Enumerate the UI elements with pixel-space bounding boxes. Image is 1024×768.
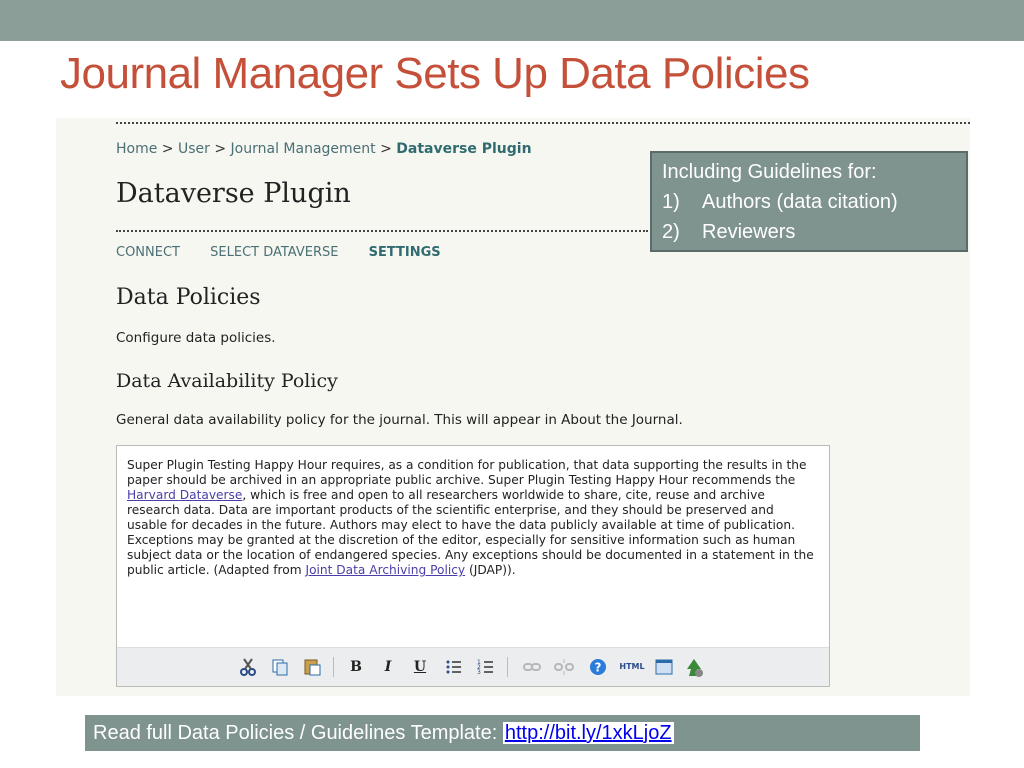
toolbar-separator <box>333 657 334 677</box>
tab-settings[interactable]: SETTINGS <box>369 245 441 260</box>
policy-editor[interactable]: Super Plugin Testing Happy Hour requires… <box>116 445 830 687</box>
breadcrumb-home[interactable]: Home <box>116 141 157 157</box>
jdap-link[interactable]: Joint Data Archiving Policy <box>305 563 465 577</box>
template-link[interactable]: http://bit.ly/1xkLjoZ <box>502 722 674 744</box>
plugin-tabs: CONNECT SELECT DATAVERSE SETTINGS <box>116 245 441 260</box>
callout-heading: Including Guidelines for: <box>662 161 877 183</box>
callout-item: 2) Reviewers <box>662 217 966 247</box>
bold-button[interactable]: B <box>345 657 367 677</box>
copy-icon[interactable] <box>269 657 291 677</box>
section-description: Configure data policies. <box>116 330 276 346</box>
policy-text[interactable]: Super Plugin Testing Happy Hour requires… <box>127 458 817 578</box>
callout-item: 1) Authors (data citation) <box>662 187 966 217</box>
harvard-dataverse-link[interactable]: Harvard Dataverse <box>127 488 242 502</box>
svg-text:?: ? <box>595 661 602 675</box>
policy-text-part: Super Plugin Testing Happy Hour requires… <box>127 458 807 487</box>
page-title: Dataverse Plugin <box>116 178 351 209</box>
dotted-divider-top <box>116 122 970 124</box>
breadcrumb-user[interactable]: User <box>178 141 210 157</box>
slide-title: Journal Manager Sets Up Data Policies <box>60 49 810 98</box>
insert-image-icon[interactable] <box>683 657 705 677</box>
subsection-heading: Data Availability Policy <box>116 370 338 392</box>
top-bar <box>0 0 1024 41</box>
breadcrumb-current[interactable]: Dataverse Plugin <box>396 141 531 157</box>
breadcrumb-separator: > <box>214 141 227 157</box>
policy-text-part: (JDAP)). <box>465 563 516 577</box>
unlink-icon[interactable] <box>553 657 575 677</box>
section-heading: Data Policies <box>116 285 261 310</box>
svg-text:3: 3 <box>477 669 481 676</box>
editor-toolbar: B I U 123 ? HTML <box>117 647 829 686</box>
callout-item-text: Reviewers <box>702 221 796 243</box>
dotted-divider-mid <box>116 230 648 232</box>
callout-item-number: 2) <box>662 221 680 243</box>
help-icon[interactable]: ? <box>587 657 609 677</box>
link-icon[interactable] <box>521 657 543 677</box>
underline-button[interactable]: U <box>409 657 431 677</box>
breadcrumb-separator: > <box>380 141 392 157</box>
callout-item-text: Authors (data citation) <box>702 191 898 213</box>
html-source-button[interactable]: HTML <box>617 657 647 677</box>
paste-icon[interactable] <box>301 657 323 677</box>
callout-item-number: 1) <box>662 191 680 213</box>
italic-button[interactable]: I <box>377 657 399 677</box>
footer-banner: Read full Data Policies / Guidelines Tem… <box>85 715 920 751</box>
breadcrumb: Home > User > Journal Management > Datav… <box>116 141 532 157</box>
guidelines-callout: Including Guidelines for: 1) Authors (da… <box>650 151 968 252</box>
fullscreen-icon[interactable] <box>653 657 675 677</box>
bulleted-list-icon[interactable] <box>443 657 465 677</box>
breadcrumb-journal-management[interactable]: Journal Management <box>231 141 376 157</box>
numbered-list-icon[interactable]: 123 <box>475 657 497 677</box>
breadcrumb-separator: > <box>161 141 174 157</box>
tab-connect[interactable]: CONNECT <box>116 245 180 260</box>
subsection-description: General data availability policy for the… <box>116 412 683 428</box>
footer-text: Read full Data Policies / Guidelines Tem… <box>93 722 503 744</box>
tab-select-dataverse[interactable]: SELECT DATAVERSE <box>210 245 338 260</box>
cut-icon[interactable] <box>237 657 259 677</box>
toolbar-separator <box>507 657 508 677</box>
